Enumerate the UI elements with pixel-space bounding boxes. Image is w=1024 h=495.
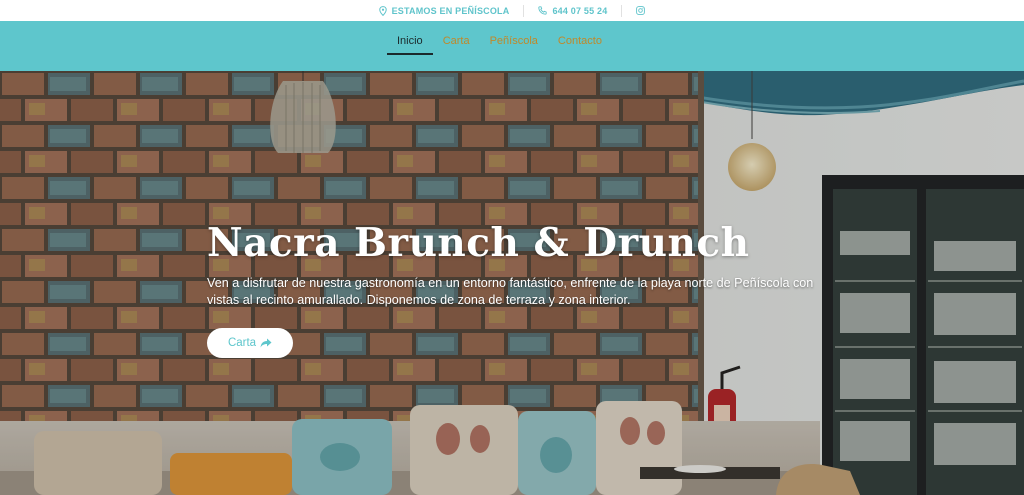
hero-section: Nacra Brunch & Drunch Ven a disfrutar de… — [0, 71, 1024, 495]
instagram-icon — [636, 6, 646, 15]
carta-button[interactable]: Carta — [207, 328, 293, 358]
nav-menu: Inicio Carta Peñíscola Contacto — [387, 35, 622, 55]
nav-item-carta[interactable]: Carta — [443, 35, 470, 55]
nav-item-peniscola[interactable]: Peñíscola — [490, 35, 538, 55]
main-navbar: Inicio Carta Peñíscola Contacto — [0, 21, 1024, 71]
map-pin-icon — [378, 5, 387, 16]
share-arrow-icon — [260, 338, 272, 348]
carta-button-label: Carta — [227, 337, 257, 349]
phone-link[interactable]: 644 07 55 24 — [524, 5, 621, 17]
hero-title: Nacra Brunch & Drunch — [207, 220, 750, 266]
phone-icon — [538, 6, 548, 15]
location-link[interactable]: ESTAMOS EN PEÑÍSCOLA — [365, 5, 524, 17]
nav-item-inicio[interactable]: Inicio — [387, 35, 433, 55]
nav-item-contacto[interactable]: Contacto — [558, 35, 602, 55]
phone-number: 644 07 55 24 — [552, 5, 608, 16]
location-label: ESTAMOS EN PEÑÍSCOLA — [391, 5, 510, 16]
instagram-link[interactable] — [622, 5, 659, 17]
hero-description: Ven a disfrutar de nuestra gastronomía e… — [207, 276, 814, 307]
top-info-bar: ESTAMOS EN PEÑÍSCOLA 644 07 55 24 — [0, 0, 1024, 21]
